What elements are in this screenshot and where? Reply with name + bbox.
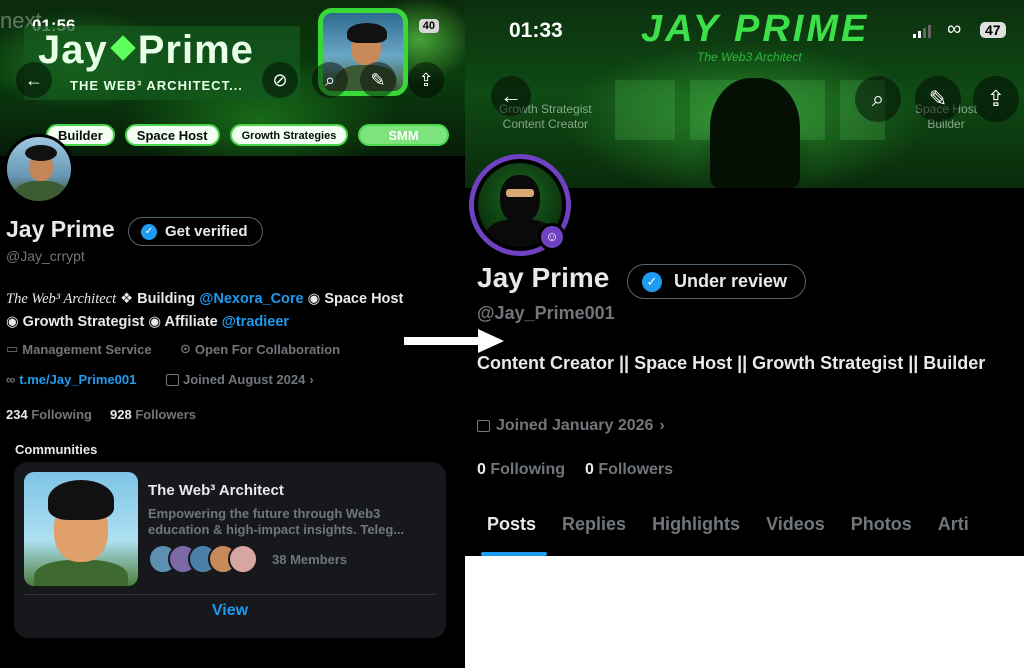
members-count: 38 Members [272, 551, 348, 567]
back-arrow-icon[interactable]: ← [16, 62, 52, 98]
logo-title-first: Jay [38, 28, 108, 72]
followers-count[interactable]: 928 Followers [110, 407, 196, 422]
profile-bio: Content Creator || Space Host || Growth … [477, 353, 986, 373]
status-time: 01:33 [509, 19, 563, 42]
tab-videos[interactable]: Videos [753, 508, 838, 556]
verification-status-label: Under review [674, 271, 788, 291]
chevron-right-icon: › [659, 417, 665, 434]
banner-title: JAY PRIME [641, 8, 870, 50]
profile-banner: next 01:56 ∞ 40 JayPrime THE WEB³ ARCHIT… [0, 0, 465, 156]
bio-prefix: The Web³ Architect [6, 291, 117, 307]
tag-space-host: Space Host [124, 124, 220, 146]
divider [24, 594, 436, 595]
old-profile-screenshot: next 01:56 ∞ 40 JayPrime THE WEB³ ARCHIT… [0, 0, 465, 668]
bio-text: ◉ Space Host [303, 291, 404, 307]
community-name: The Web³ Architect [148, 482, 284, 499]
battery-indicator: 40 [418, 19, 439, 33]
arrow-right-icon [404, 329, 504, 353]
tab-articles[interactable]: Arti [925, 508, 982, 556]
search-icon[interactable]: ⌕ [855, 76, 901, 122]
battery-indicator: 47 [980, 22, 1006, 38]
avatar[interactable]: ☺ [469, 154, 571, 256]
tab-highlights[interactable]: Highlights [639, 508, 753, 556]
subscription-badge-icon: ☺ [538, 223, 566, 251]
joined-label: Joined August 2024 [183, 372, 306, 387]
tag-growth-strategies: Growth Strategies [229, 124, 349, 146]
profile-banner: 01:33 JAY PRIME The Web3 Architect ∞ 47 … [465, 0, 1024, 188]
profile-location: ⊙ Open For Collaboration [180, 341, 340, 357]
calendar-icon [477, 420, 490, 432]
following-count[interactable]: 0 Following [477, 461, 565, 479]
communities-heading: Communities [15, 442, 98, 457]
joined-label: Joined January 2026 [496, 417, 654, 434]
profile-tabs: Posts Replies Highlights Videos Photos A… [465, 508, 1024, 556]
view-community-button[interactable]: View [14, 602, 446, 620]
profile-link[interactable]: ∞ t.me/Jay_Prime001 [6, 372, 136, 387]
get-verified-button[interactable]: ✓ Get verified [128, 217, 263, 246]
profile-name: Jay Prime [477, 262, 610, 293]
location-icon: ⊙ [180, 341, 191, 356]
edit-icon[interactable]: ✎ [915, 76, 961, 122]
banner-hooded-figure [710, 78, 800, 188]
verification-status-pill[interactable]: ✓ Under review [627, 264, 807, 299]
chevron-right-icon: › [309, 372, 314, 387]
tab-posts[interactable]: Posts [465, 508, 549, 556]
avatar[interactable] [4, 134, 74, 204]
bio-text: ◉ Growth Strategist ◉ Affiliate [6, 314, 222, 330]
bio-text: ❖ Building [116, 291, 200, 307]
logo-subtitle: THE WEB³ ARCHITECT... [70, 78, 243, 93]
search-icon[interactable]: ⌕ [312, 62, 348, 98]
bio-mention-link[interactable]: @tradieer [222, 314, 289, 330]
new-profile-screenshot: 01:33 JAY PRIME The Web3 Architect ∞ 47 … [465, 0, 1024, 556]
tab-replies[interactable]: Replies [549, 508, 639, 556]
category-label: Management Service [22, 341, 152, 357]
community-card[interactable]: The Web³ Architect Empowering the future… [14, 462, 446, 638]
signal-icon [913, 25, 931, 38]
profile-handle: @Jay_Prime001 [477, 303, 615, 323]
get-verified-label: Get verified [165, 223, 248, 240]
link-icon: ∞ [6, 372, 16, 387]
logo-title-second: Prime [137, 28, 254, 72]
profile-joined: Joined August 2024 › [166, 372, 314, 387]
verified-badge-icon: ✓ [642, 271, 662, 292]
banner-logo: Jay Prime THE WEB³ ARCHITECT... [24, 26, 300, 100]
share-icon[interactable]: ⇪ [408, 62, 444, 98]
following-count[interactable]: 234 Following [6, 407, 92, 422]
member-avatar [228, 544, 258, 574]
profile-category: ▭ Management Service [6, 341, 152, 357]
community-description: Empowering the future through Web3 educa… [148, 506, 405, 537]
profile-handle: @Jay_crrypt [6, 248, 85, 264]
verified-badge-icon: ✓ [141, 223, 157, 240]
briefcase-icon: ▭ [6, 341, 19, 356]
profile-joined: Joined January 2026 › [477, 417, 665, 435]
edit-icon[interactable]: ✎ [360, 62, 396, 98]
tag-smm: SMM [358, 124, 449, 146]
share-icon[interactable]: ⇪ [973, 76, 1019, 122]
bio-mention-link[interactable]: @Nexora_Core [199, 291, 303, 307]
community-members: 38 Members [148, 544, 347, 574]
diamond-icon [110, 35, 136, 61]
profile-name: Jay Prime [6, 216, 115, 242]
link-icon: ∞ [947, 18, 962, 40]
banner-subtitle: The Web3 Architect [697, 50, 802, 64]
profile-link-text[interactable]: t.me/Jay_Prime001 [19, 372, 136, 387]
location-label: Open For Collaboration [194, 341, 341, 357]
community-image [24, 472, 138, 586]
banner-tags: Builder Space Host Growth Strategies SMM [46, 124, 449, 146]
tab-photos[interactable]: Photos [838, 508, 925, 556]
translate-icon[interactable]: ⊘ [262, 62, 298, 98]
calendar-icon [166, 373, 179, 386]
followers-count[interactable]: 0 Followers [585, 461, 673, 479]
back-arrow-icon[interactable]: ← [491, 76, 531, 116]
profile-bio: The Web³ Architect ❖ Building @Nexora_Co… [6, 288, 456, 334]
